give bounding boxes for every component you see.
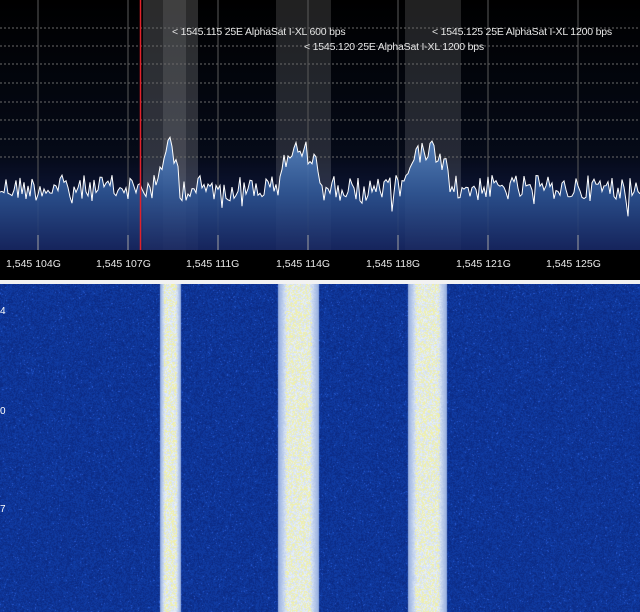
channel-annotation-1200bps-125[interactable]: < 1545.125 25E AlphaSat I-XL 1200 bps [432,26,612,38]
freq-label-121: 1,545 121G [456,258,511,270]
waterfall-time-mark-1: 4 [0,306,6,317]
channel-annotation-1200bps-120[interactable]: < 1545.120 25E AlphaSat I-XL 1200 bps [304,41,484,53]
spectrum-display[interactable]: < 1545.115 25E AlphaSat I-XL 600 bps < 1… [0,0,640,250]
freq-label-118: 1,545 118G [366,258,421,270]
frequency-axis[interactable]: 1,545 104G 1,545 107G 1,545 111G 1,545 1… [0,250,640,280]
channel-annotation-600bps[interactable]: < 1545.115 25E AlphaSat I-XL 600 bps [172,26,346,38]
freq-label-114: 1,545 114G [276,258,331,270]
waterfall-canvas[interactable] [0,284,640,612]
waterfall-display[interactable]: 4 0 7 [0,284,640,612]
waterfall-time-mark-3: 7 [0,504,6,515]
waterfall-time-mark-2: 0 [0,406,6,417]
freq-label-111: 1,545 111G [186,258,240,270]
freq-label-125: 1,545 125G [546,258,601,270]
freq-label-104: 1,545 104G [6,258,61,270]
freq-label-107: 1,545 107G [96,258,151,270]
